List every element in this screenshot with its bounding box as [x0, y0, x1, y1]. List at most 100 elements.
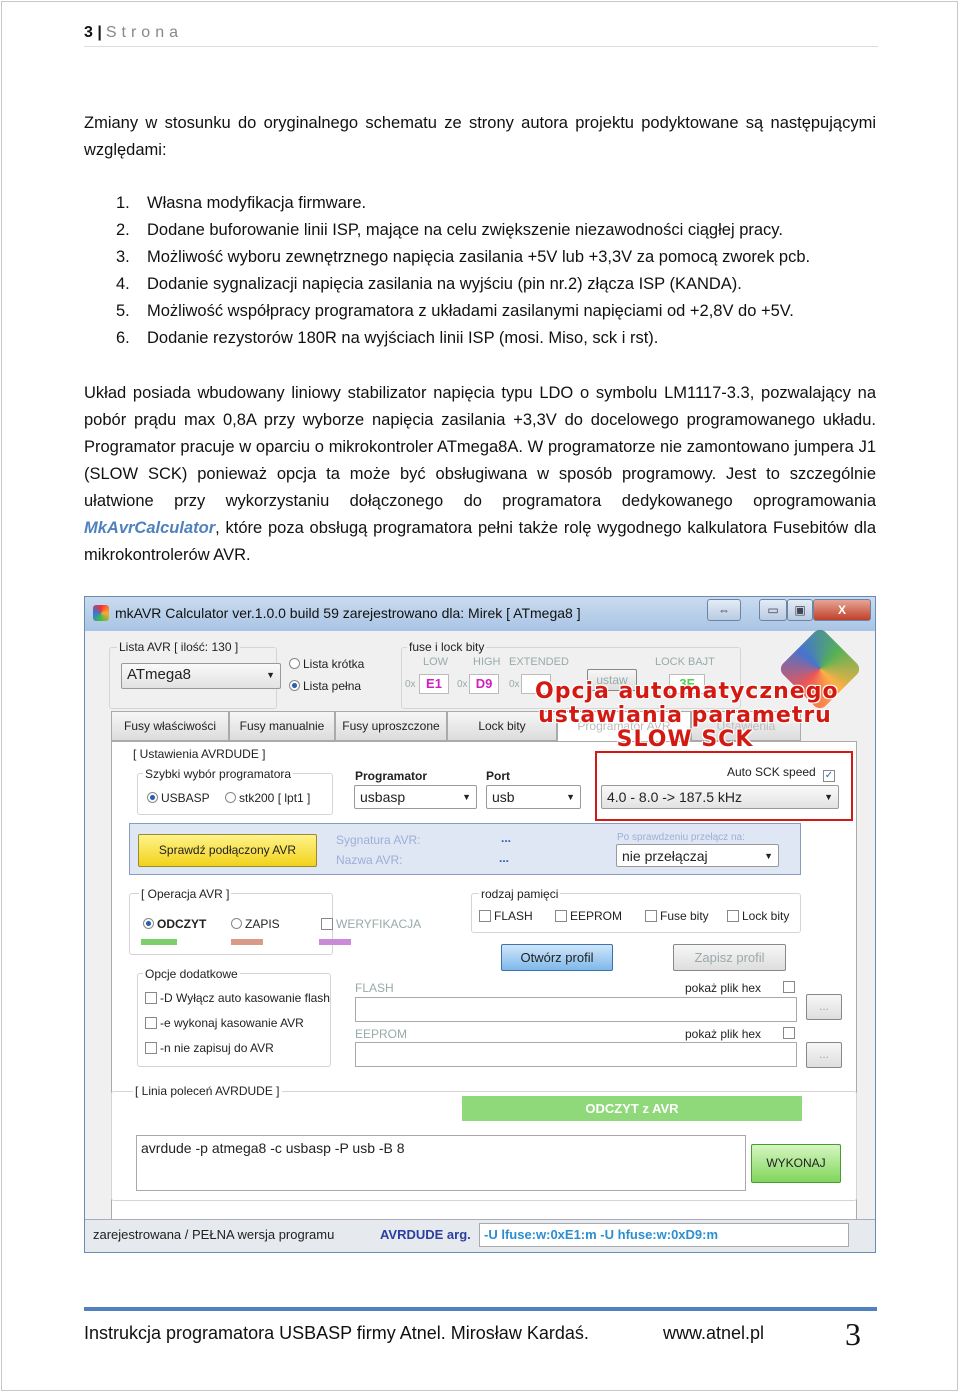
show-hex-eeprom-checkbox[interactable] — [783, 1026, 798, 1040]
list-text: Dodane buforowanie linii ISP, mające na … — [147, 221, 783, 239]
chevron-down-icon: ▼ — [824, 792, 833, 802]
header-divider — [84, 46, 878, 47]
signature-value: ... — [501, 831, 512, 845]
port-select[interactable]: usb ▼ — [486, 785, 581, 809]
save-profile-button[interactable]: Zapisz profil — [673, 944, 786, 971]
radio-full-list[interactable]: Lista pełna — [289, 679, 361, 693]
radio-write[interactable]: ZAPIS — [231, 917, 280, 931]
write-color-bar — [231, 939, 263, 945]
list-item: 6. Dodanie rezystorów 180R na wyjściach l… — [116, 325, 810, 352]
lista-avr-label: Lista AVR [ ilość: 130 ] — [117, 640, 241, 654]
list-number: 6. — [116, 329, 130, 347]
swap-button[interactable]: ⇔ — [707, 599, 741, 621]
footer-url[interactable]: www.atnel.pl — [663, 1323, 764, 1344]
programmer-label: Programator — [355, 769, 428, 783]
low-label: LOW — [423, 656, 449, 668]
memory-checkbox-3[interactable]: Lock bity — [727, 909, 789, 923]
extra-options-label: Opcje dodatkowe — [143, 967, 240, 981]
annotation-line2: ustawiania parametru — [538, 703, 832, 728]
footer-page-number: 3 — [845, 1316, 861, 1352]
list-text: Dodanie rezystorów 180R na wyjściach lin… — [147, 329, 659, 347]
memory-checkbox-0[interactable]: FLASH — [479, 909, 533, 923]
chevron-down-icon: ▼ — [566, 792, 575, 802]
app-icon — [93, 605, 109, 621]
memory-checkbox-2[interactable]: Fuse bity — [645, 909, 709, 923]
close-button[interactable]: X — [813, 599, 871, 621]
sck-speed-select[interactable]: 4.0 - 8.0 -> 187.5 kHz ▼ — [601, 785, 839, 809]
radio-short-list[interactable]: Lista krótka — [289, 657, 364, 671]
programmer-select[interactable]: usbasp ▼ — [354, 785, 477, 809]
verify-checkbox[interactable]: WERYFIKACJA — [321, 917, 421, 931]
list-text: Własna modyfikacja firmware. — [147, 194, 367, 212]
show-hex-flash-checkbox[interactable] — [783, 980, 798, 994]
footer-text: Instrukcja programatora USBASP firmy Atn… — [84, 1323, 589, 1343]
check-avr-button[interactable]: Sprawdź podłączony AVR — [138, 834, 317, 867]
annotation-line1: Opcja automatycznego — [535, 679, 839, 704]
read-color-bar — [141, 939, 177, 945]
radio-read[interactable]: ODCZYT — [143, 917, 206, 931]
read-from-avr-bar: ODCZYT z AVR — [462, 1096, 802, 1121]
flash-file-input[interactable] — [355, 997, 797, 1022]
signature-label: Sygnatura AVR: — [336, 833, 421, 847]
status-license: zarejestrowana / PEŁNA wersja programu — [93, 1227, 335, 1242]
extra-option-checkbox-0[interactable]: -D Wyłącz auto kasowanie flash — [145, 991, 330, 1005]
hex-prefix: 0x — [509, 679, 520, 690]
header-label: Strona — [105, 24, 183, 41]
eeprom-file-input[interactable] — [355, 1042, 797, 1067]
list-item: 5. Możliwość współpracy programatora z uk… — [116, 298, 810, 325]
command-textarea[interactable]: avrdude -p atmega8 -c usbasp -P usb -B 8 — [136, 1135, 746, 1191]
auto-sck-label: Auto SCK speed — [727, 765, 816, 779]
quick-select-label: Szybki wybór programatora — [143, 767, 294, 781]
operation-label: [ Operacja AVR ] — [139, 887, 232, 901]
high-fuse-field[interactable]: D9 — [469, 674, 499, 694]
chevron-down-icon: ▼ — [462, 792, 471, 802]
chevron-down-icon: ▼ — [764, 851, 773, 861]
verify-color-bar — [319, 939, 351, 945]
list-number: 3. — [116, 248, 130, 266]
after-check-label: Po sprawdzeniu przełącz na: — [617, 832, 745, 843]
fuse-label: fuse i lock bity — [407, 640, 487, 654]
avr-name-value: ... — [499, 851, 510, 865]
list-text: Dodanie sygnalizacji napięcia zasilania … — [147, 275, 742, 293]
avr-name-label: Nazwa AVR: — [336, 853, 403, 867]
page-header: 3 | Strona — [84, 24, 183, 42]
after-check-select[interactable]: nie przełączaj ▼ — [616, 844, 779, 867]
footer-divider — [84, 1307, 877, 1311]
open-profile-button[interactable]: Otwórz profil — [501, 944, 613, 971]
intro-paragraph: Zmiany w stosunku do oryginalnego schema… — [84, 114, 876, 159]
command-label: [ Linia poleceń AVRDUDE ] — [133, 1084, 282, 1098]
minimize-button[interactable]: ▭ — [759, 599, 787, 621]
tab-2[interactable]: Fusy uproszczone — [335, 711, 447, 741]
list-number: 2. — [116, 221, 130, 239]
list-item: 4. Dodanie sygnalizacji napięcia zasilani… — [116, 271, 810, 298]
memory-label: rodzaj pamięci — [479, 887, 561, 901]
list-item: 3. Możliwość wyboru zewnętrznego napięcia… — [116, 244, 810, 271]
radio-usbasp[interactable]: USBASP — [147, 791, 210, 805]
flash-label: FLASH — [355, 981, 394, 995]
para-text: Układ posiada wbudowany liniowy stabiliz… — [84, 384, 876, 510]
tab-0[interactable]: Fusy właściwości — [111, 711, 229, 741]
memory-checkbox-1[interactable]: EEPROM — [555, 909, 622, 923]
header-page-number: 3 — [84, 24, 93, 41]
high-label: HIGH — [473, 656, 501, 668]
extra-option-checkbox-1[interactable]: -e wykonaj kasowanie AVR — [145, 1016, 304, 1030]
list-text: Możliwość współpracy programatora z ukła… — [147, 302, 794, 320]
maximize-button[interactable]: ▣ — [787, 599, 813, 621]
low-fuse-field[interactable]: E1 — [419, 674, 449, 694]
radio-stk200[interactable]: stk200 [ lpt1 ] — [225, 791, 310, 805]
extended-label: EXTENDED — [509, 656, 569, 668]
eeprom-browse-button[interactable]: ... — [806, 1042, 842, 1068]
flash-browse-button[interactable]: ... — [806, 994, 842, 1020]
avr-select[interactable]: ATmega8 ▼ — [121, 663, 281, 689]
auto-sck-checkbox[interactable]: ✓ — [823, 765, 838, 782]
avrdude-settings-label: [ Ustawienia AVRDUDE ] — [133, 747, 266, 761]
run-button[interactable]: WYKONAJ — [751, 1144, 841, 1183]
app-screenshot: mkAVR Calculator ver.1.0.0 build 59 zare… — [84, 596, 876, 1253]
avrdude-args-label: AVRDUDE arg. — [380, 1227, 471, 1242]
show-hex-eeprom-label: pokaż plik hex — [685, 1027, 762, 1041]
extra-option-checkbox-2[interactable]: -n nie zapisuj do AVR — [145, 1041, 274, 1055]
chevron-down-icon: ▼ — [266, 670, 275, 680]
list-number: 5. — [116, 302, 130, 320]
tab-1[interactable]: Fusy manualnie — [229, 711, 335, 741]
mkavrcalculator-link[interactable]: MkAvrCalculator — [84, 519, 215, 537]
